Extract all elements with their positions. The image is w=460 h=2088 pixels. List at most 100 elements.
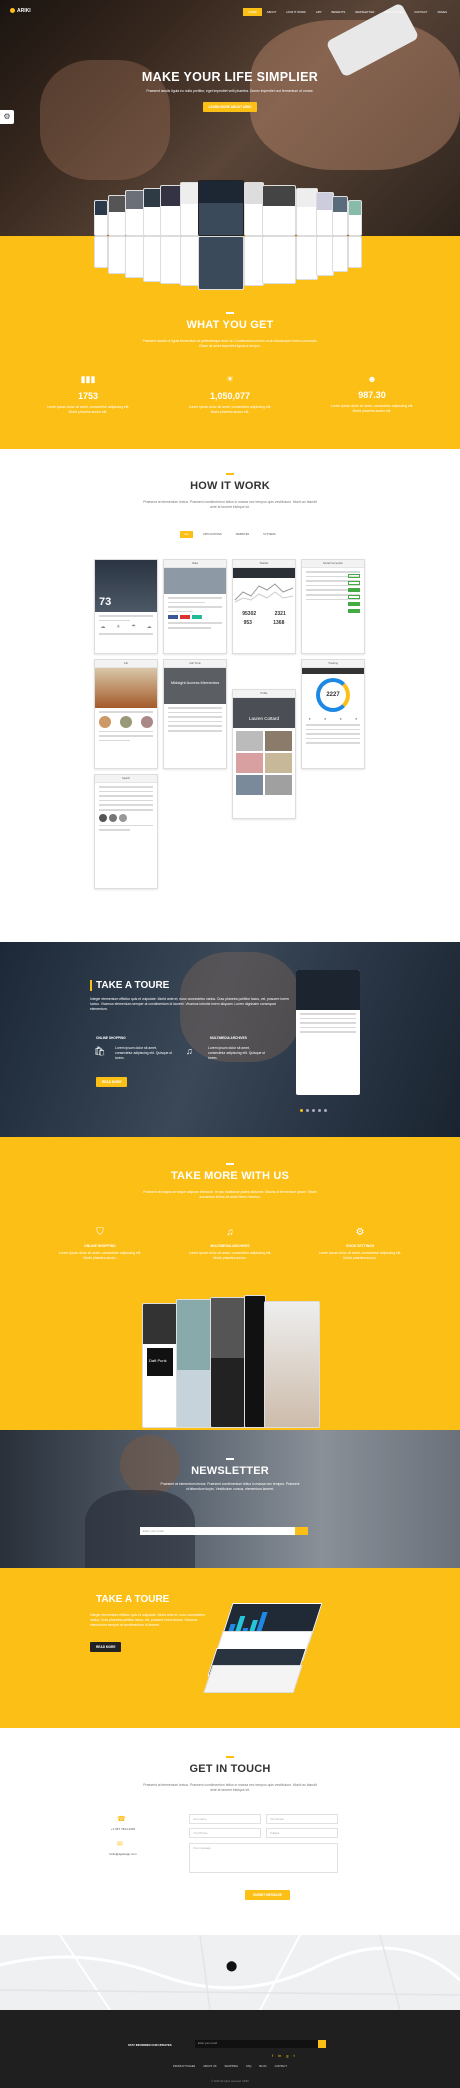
- features-row: ⛉ ONLINE SHOPPING Lorem ipsum dolor sit …: [0, 1227, 460, 1261]
- profile-app-card[interactable]: Profile Lauren Cottard: [232, 689, 296, 819]
- footer-link[interactable]: PRODUCT PAGES: [173, 2065, 195, 2068]
- tracking-app-card[interactable]: Tracking 2227 ● ● ● ●: [301, 659, 365, 769]
- feature-title: ONLINE SHOPPING: [96, 1036, 126, 1040]
- twitter-icon[interactable]: t: [293, 2053, 294, 2058]
- menu-how-it-work[interactable]: HOW IT WORK: [281, 8, 311, 16]
- menu-newsletter[interactable]: NEWSLETTER: [350, 8, 379, 16]
- menu-contact[interactable]: CONTACT: [409, 8, 432, 16]
- feature-title: MULTIMEDIA ARCHIVES: [210, 1244, 250, 1248]
- mail-icon: ✉: [117, 1841, 123, 1848]
- menu-about[interactable]: ABOUT: [262, 8, 282, 16]
- dashboard-stack-image: [203, 1603, 323, 1698]
- toure2-read-more-button[interactable]: READ MORE: [90, 1642, 122, 1652]
- message-textarea[interactable]: Your message: [189, 1843, 338, 1873]
- stat-value: 2321: [274, 611, 286, 617]
- read-more-button[interactable]: READ MORE: [96, 1077, 128, 1087]
- app-screen-image: [108, 195, 126, 236]
- menu-pages[interactable]: PAGES: [433, 8, 452, 16]
- footer-link[interactable]: BLOG: [259, 2065, 266, 2068]
- app-screens-fan: [94, 236, 362, 290]
- card-title: Call Trunk: [164, 660, 226, 668]
- section-divider: [226, 1458, 234, 1460]
- slider-dot[interactable]: [318, 1109, 321, 1112]
- map-pin-icon[interactable]: ⬤: [226, 1961, 237, 1972]
- search-app-card[interactable]: Search: [94, 774, 158, 889]
- slider-dot[interactable]: [300, 1109, 303, 1112]
- slider-dot[interactable]: [312, 1109, 315, 1112]
- section-text: Praesent at elementum lectus. Praesent c…: [160, 1481, 300, 1491]
- stats-row: ▮▮▮ 1753 Lorem ipsum dolor sit amet, con…: [0, 374, 460, 415]
- statistic-app-card[interactable]: Statistic 95302 2321 953 1368: [232, 559, 296, 654]
- map-section: ⬤: [0, 1935, 460, 2010]
- card-title: Profile: [233, 690, 295, 698]
- phone-input[interactable]: Your Phone: [189, 1828, 261, 1838]
- menu-app[interactable]: APP: [311, 8, 327, 16]
- logo-icon: [10, 8, 15, 14]
- section-text: Praesent iaculis ut ligula fermentum at …: [142, 338, 318, 348]
- footer-link[interactable]: CONTACT: [275, 2065, 287, 2068]
- social-links: f in g t: [272, 2053, 295, 2058]
- toure2-text: Integer elementum efficitur quis et vulp…: [90, 1613, 206, 1627]
- section-title: GET IN TOUCH: [189, 1762, 271, 1775]
- video-app-card[interactable]: Video: [163, 559, 227, 654]
- filter-applications[interactable]: APPLICATIONS: [199, 531, 226, 538]
- contact-section: GET IN TOUCH Praesent at elementum lectu…: [0, 1728, 460, 1935]
- music-icon: ♫: [186, 1046, 193, 1056]
- social-connection-card[interactable]: Social Connection: [301, 559, 365, 654]
- linkedin-icon[interactable]: in: [278, 2053, 281, 2058]
- menu-benefits[interactable]: BENEFITS: [327, 8, 351, 16]
- app-screen-image: [332, 196, 348, 236]
- hero-cta-button[interactable]: LEARN MORE ABOUT ARIKI: [202, 102, 258, 112]
- facebook-icon[interactable]: f: [272, 2053, 273, 2058]
- take-a-toure-section: TAKE A TOURE Integer elementum efficitur…: [0, 942, 460, 1137]
- slider-dots: [300, 1109, 327, 1112]
- email-input[interactable]: Your Email: [266, 1814, 338, 1824]
- app-screen-image: [262, 185, 296, 236]
- app-screen-image: [160, 185, 182, 236]
- stat-item: ☀ 1,050,077 Lorem ipsum dolor sit amet, …: [188, 374, 272, 415]
- weather-app-card[interactable]: 73 ☁ ☀ ☂ ☁: [94, 559, 158, 654]
- section-title: NEWSLETTER: [191, 1464, 269, 1477]
- hero-section: ARIKI HOME ABOUT HOW IT WORK APP BENEFIT…: [0, 0, 460, 236]
- feature-item: ⚙ GOOD SETTINGS Lorem ipsum dolor sit am…: [315, 1227, 405, 1261]
- slider-dot[interactable]: [324, 1109, 327, 1112]
- bag-icon: 🛍: [94, 1046, 106, 1056]
- call-trunk-card[interactable]: Call Trunk Midsight Access Mementos: [163, 659, 227, 769]
- top-nav: ARIKI HOME ABOUT HOW IT WORK APP BENEFIT…: [0, 0, 460, 22]
- slider-dot[interactable]: [306, 1109, 309, 1112]
- newsletter-email-input[interactable]: Enter your email: [140, 1527, 308, 1535]
- footer-link[interactable]: FAQ: [246, 2065, 251, 2068]
- footer-link[interactable]: SHOPPING: [225, 2065, 239, 2068]
- toure-text: Integer elementum efficitur quis et vulp…: [90, 997, 289, 1011]
- stat-item: ▮▮▮ 1753 Lorem ipsum dolor sit amet, con…: [46, 374, 130, 415]
- google-icon[interactable]: g: [286, 2053, 288, 2058]
- phone-mockup-image: [296, 970, 360, 1095]
- filter-websites[interactable]: WEBSITES: [232, 531, 253, 538]
- filter-systems[interactable]: SYSTEMS: [259, 531, 279, 538]
- subject-input[interactable]: Subject: [266, 1828, 338, 1838]
- app-screen-image: [244, 182, 264, 236]
- feature-title: GOOD SETTINGS: [345, 1244, 375, 1248]
- newsletter-submit-button[interactable]: [295, 1527, 308, 1535]
- app-screen-image: [348, 200, 362, 236]
- app-screen-image: [94, 200, 108, 236]
- info-app-card[interactable]: Info: [94, 659, 158, 769]
- feature-item: ⛉ ONLINE SHOPPING Lorem ipsum dolor sit …: [55, 1227, 145, 1261]
- footer-submit-button[interactable]: [318, 2040, 326, 2048]
- section-divider: [226, 1163, 234, 1165]
- map-image: [0, 1935, 460, 2010]
- logo[interactable]: ARIKI: [10, 8, 31, 14]
- toure-title: TAKE A TOURE: [90, 980, 290, 991]
- card-title: Social Connection: [302, 560, 364, 568]
- app-screen-image: [198, 180, 244, 236]
- menu-take-a-toure[interactable]: TAKE A TOURE: [379, 8, 409, 16]
- footer-link[interactable]: ABOUT US: [203, 2065, 216, 2068]
- name-input[interactable]: Your name: [189, 1814, 261, 1824]
- submit-message-button[interactable]: SUBMIT MESSAGE: [245, 1890, 291, 1900]
- menu-home[interactable]: HOME: [243, 8, 262, 16]
- bar-chart-icon: ▮▮▮: [80, 374, 96, 384]
- app-screen-image: [180, 182, 200, 236]
- footer-email-input[interactable]: Enter your email: [195, 2040, 325, 2048]
- filter-all[interactable]: ALL: [180, 531, 194, 538]
- line-chart-image: [234, 583, 294, 603]
